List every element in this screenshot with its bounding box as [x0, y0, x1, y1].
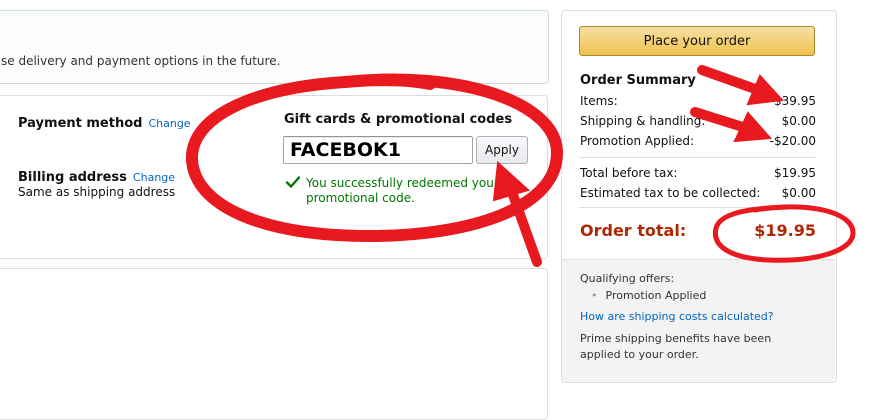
delivery-notice-panel: se delivery and payment options in the f…	[0, 10, 549, 84]
prime-shipping-note: Prime shipping benefits have been applie…	[580, 332, 772, 361]
order-total-value: $19.95	[754, 221, 816, 240]
promo-success-message: You successfully redeemed your promotion…	[306, 176, 499, 205]
billing-address-value: Same as shipping address	[18, 185, 176, 199]
delivery-notice-text: se delivery and payment options in the f…	[1, 54, 281, 68]
place-order-button[interactable]: Place your order	[579, 26, 815, 56]
shipping-costs-link[interactable]: How are shipping costs calculated?	[580, 310, 774, 323]
billing-address-label: Billing address	[18, 170, 127, 185]
items-value: $39.95	[774, 94, 816, 108]
gift-cards-title: Gift cards & promotional codes	[284, 112, 513, 127]
shipping-value: $0.00	[781, 114, 816, 128]
payment-method-change-link[interactable]: Change	[148, 117, 190, 130]
apply-button[interactable]: Apply	[476, 136, 528, 164]
summary-row-before-tax: Total before tax: $19.95	[580, 166, 816, 182]
items-panel	[0, 268, 548, 420]
promo-code-input[interactable]	[283, 136, 473, 164]
payment-method-section: Payment method Change	[18, 112, 191, 131]
promotion-value: -$20.00	[769, 134, 816, 148]
summary-row-promotion: Promotion Applied: -$20.00	[580, 134, 816, 150]
payment-method-label: Payment method	[18, 116, 143, 131]
order-summary-title: Order Summary	[580, 73, 696, 88]
promotion-label: Promotion Applied:	[580, 134, 695, 148]
before-tax-value: $19.95	[774, 166, 816, 180]
shipping-label: Shipping & handling:	[580, 114, 706, 128]
billing-address-section: Billing address Change	[18, 166, 175, 185]
items-label: Items:	[580, 94, 618, 108]
before-tax-label: Total before tax:	[580, 166, 678, 180]
order-total-label: Order total:	[580, 221, 687, 240]
billing-address-change-link[interactable]: Change	[133, 171, 175, 184]
check-icon	[285, 176, 301, 188]
tax-label: Estimated tax to be collected:	[580, 186, 761, 200]
summary-row-tax: Estimated tax to be collected: $0.00	[580, 186, 816, 202]
summary-row-items: Items: $39.95	[580, 94, 816, 110]
summary-divider	[579, 157, 817, 158]
qualifying-offer-item: Promotion Applied	[591, 289, 707, 302]
qualifying-offers-label: Qualifying offers:	[580, 272, 675, 285]
tax-value: $0.00	[781, 186, 816, 200]
order-total-row: Order total: $19.95	[580, 221, 816, 243]
summary-divider	[579, 207, 817, 208]
summary-row-shipping: Shipping & handling: $0.00	[580, 114, 816, 130]
